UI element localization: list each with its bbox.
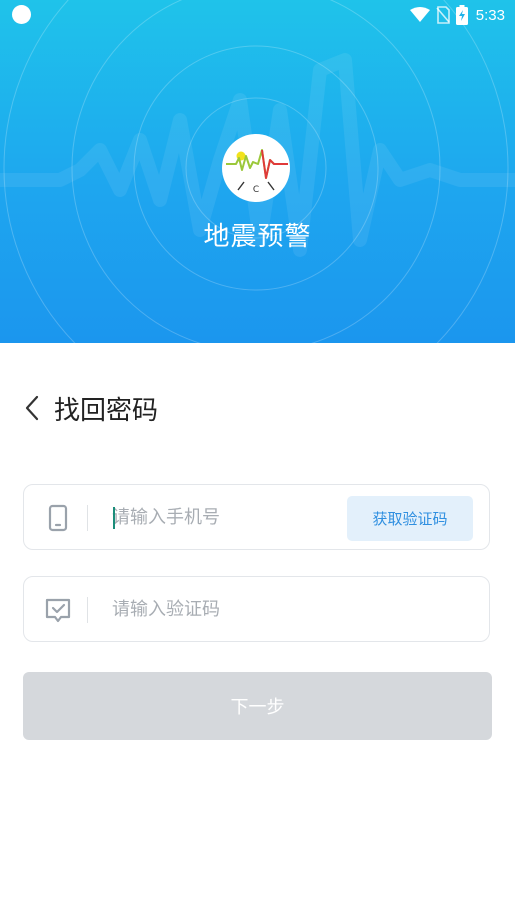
- status-time: 5:33: [475, 6, 505, 24]
- logo-letter: C: [253, 185, 259, 195]
- verify-code-input[interactable]: [112, 591, 452, 627]
- page-title: 找回密码: [54, 395, 159, 426]
- header-banner: 5:33 C 地震预警: [0, 0, 515, 343]
- phone-input[interactable]: [112, 499, 352, 535]
- battery-charging-icon: [455, 5, 468, 25]
- no-sim-icon: [436, 6, 450, 24]
- seismic-wave-logo-icon: C: [222, 134, 290, 202]
- phone-field: 获取验证码: [23, 484, 490, 550]
- field-divider: [87, 505, 88, 531]
- app-name: 地震预警: [203, 222, 312, 252]
- verify-code-field: [23, 576, 490, 642]
- field-divider: [87, 597, 88, 623]
- status-bar: 5:33: [0, 0, 515, 30]
- page-title-row: 找回密码: [24, 388, 158, 428]
- next-step-button[interactable]: 下一步: [23, 672, 492, 740]
- wifi-icon: [409, 7, 430, 22]
- notification-dot-icon: [12, 5, 31, 24]
- chevron-left-icon: [25, 395, 39, 421]
- back-button[interactable]: [24, 388, 48, 428]
- get-code-button[interactable]: 获取验证码: [347, 496, 473, 541]
- phone-icon: [48, 504, 68, 532]
- message-check-icon: [45, 598, 71, 623]
- text-caret: [113, 507, 115, 529]
